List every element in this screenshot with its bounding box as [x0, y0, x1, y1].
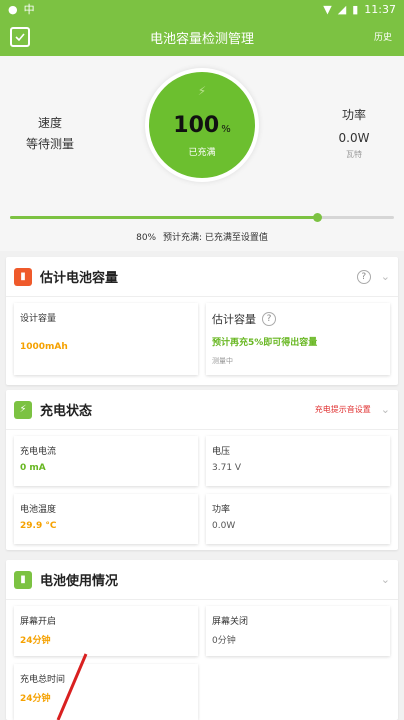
history-button[interactable]: 历史: [374, 30, 392, 43]
voltage-value: 3.71 V: [212, 463, 242, 473]
current-label: 充电电流: [20, 447, 57, 457]
location-icon: ●: [8, 2, 18, 16]
battery-status-icon: ▮: [352, 2, 359, 16]
battery-box-icon: ▮: [14, 267, 32, 286]
charge-target-slider[interactable]: [10, 213, 394, 222]
charge-power-label: 功率: [212, 505, 231, 515]
battery-icon: ▮: [14, 570, 32, 589]
design-capacity-tile: 设计容量 1000mAh: [14, 303, 198, 375]
charge-target-text: 80% 预计充满: 已充满至设置值: [0, 230, 404, 243]
carrier-text: 中: [23, 3, 35, 16]
battery-percent: 100: [173, 112, 220, 138]
screen-off-tile: 屏幕关闭 0分钟: [206, 606, 390, 656]
estimated-capacity-label: 估计容量: [212, 313, 256, 326]
target-description: 预计充满: 已充满至设置值: [162, 233, 268, 243]
bolt-icon: ⚡: [197, 84, 207, 98]
help-icon[interactable]: ?: [356, 269, 371, 284]
page-title: 电池容量检测管理: [149, 31, 254, 47]
battery-overview: 速度 等待测量 ⚡ 100 % 已充满 功率 0.0W 瓦特 80% 预计充满:…: [0, 56, 404, 251]
target-percent: 80%: [136, 233, 157, 243]
current-tile: 充电电流 0 mA: [14, 436, 198, 486]
power-label: 功率: [341, 108, 366, 122]
estimated-capacity-value: 预计再充5%即可得出容量: [212, 338, 318, 348]
charge-state: 已充满: [188, 148, 216, 158]
estimated-capacity-tile: 估计容量 ? 预计再充5%即可得出容量 测量中: [206, 303, 390, 375]
charge-power-tile: 功率 0.0W: [206, 494, 390, 544]
slider-fill: [10, 216, 318, 219]
temperature-label: 电池温度: [20, 505, 57, 515]
help-icon[interactable]: ?: [262, 312, 276, 326]
speed-block: 速度 等待测量: [20, 114, 80, 152]
capacity-card: ▮ 估计电池容量 ? ⌄ 设计容量 1000mAh 估计容量 ? 预计再充5%即…: [6, 257, 398, 385]
percent-sign: %: [221, 123, 231, 135]
charge-total-tile: 充电总时间 24分钟: [14, 664, 198, 720]
charge-power-value: 0.0W: [212, 521, 236, 531]
bolt-icon: ⚡: [14, 400, 32, 419]
screen-off-value: 0分钟: [212, 636, 236, 646]
estimated-capacity-note: 测量中: [212, 357, 233, 365]
clock: 11:37: [364, 2, 396, 16]
speed-value: 等待测量: [25, 137, 74, 151]
shield-check-icon: [10, 27, 30, 47]
voltage-label: 电压: [212, 447, 231, 457]
charge-total-value: 24分钟: [20, 694, 51, 704]
design-capacity-value: 1000mAh: [20, 342, 68, 352]
screen-off-label: 屏幕关闭: [212, 617, 249, 627]
charge-status-card: ⚡ 充电状态 充电提示音设置 ⌄ 充电电流 0 mA 电压 3.71 V 电池温…: [6, 390, 398, 550]
power-block: 功率 0.0W 瓦特: [324, 106, 384, 160]
chevron-down-icon[interactable]: ⌄: [381, 403, 390, 416]
temperature-tile: 电池温度 29.9 °C: [14, 494, 198, 544]
pointer-arrow-annotation: [56, 653, 88, 720]
power-unit: 瓦特: [346, 150, 362, 159]
charge-alert-settings-link[interactable]: 充电提示音设置: [315, 404, 371, 415]
speed-label: 速度: [37, 116, 62, 130]
screen-on-label: 屏幕开启: [20, 617, 57, 627]
app-bar: 电池容量检测管理 历史: [0, 18, 404, 56]
slider-thumb[interactable]: [313, 213, 323, 222]
charge-title: 充电状态: [40, 404, 93, 419]
chevron-down-icon[interactable]: ⌄: [381, 573, 390, 586]
battery-gauge: ⚡ 100 % 已充满: [145, 68, 259, 182]
status-bar: ● 中 ▼ ◢ ▮ 11:37: [0, 0, 404, 18]
wifi-icon: ▼: [323, 2, 332, 16]
voltage-tile: 电压 3.71 V: [206, 436, 390, 486]
design-capacity-label: 设计容量: [20, 314, 57, 324]
power-value: 0.0W: [338, 131, 370, 145]
screen-on-value: 24分钟: [20, 636, 51, 646]
temperature-value: 29.9 °C: [20, 521, 57, 531]
current-value: 0 mA: [20, 463, 46, 473]
charge-total-label: 充电总时间: [20, 675, 66, 685]
usage-title: 电池使用情况: [40, 574, 119, 589]
screen-on-tile: 屏幕开启 24分钟: [14, 606, 198, 656]
signal-icon: ◢: [337, 2, 347, 16]
chevron-down-icon[interactable]: ⌄: [381, 270, 390, 283]
capacity-title: 估计电池容量: [40, 271, 119, 286]
